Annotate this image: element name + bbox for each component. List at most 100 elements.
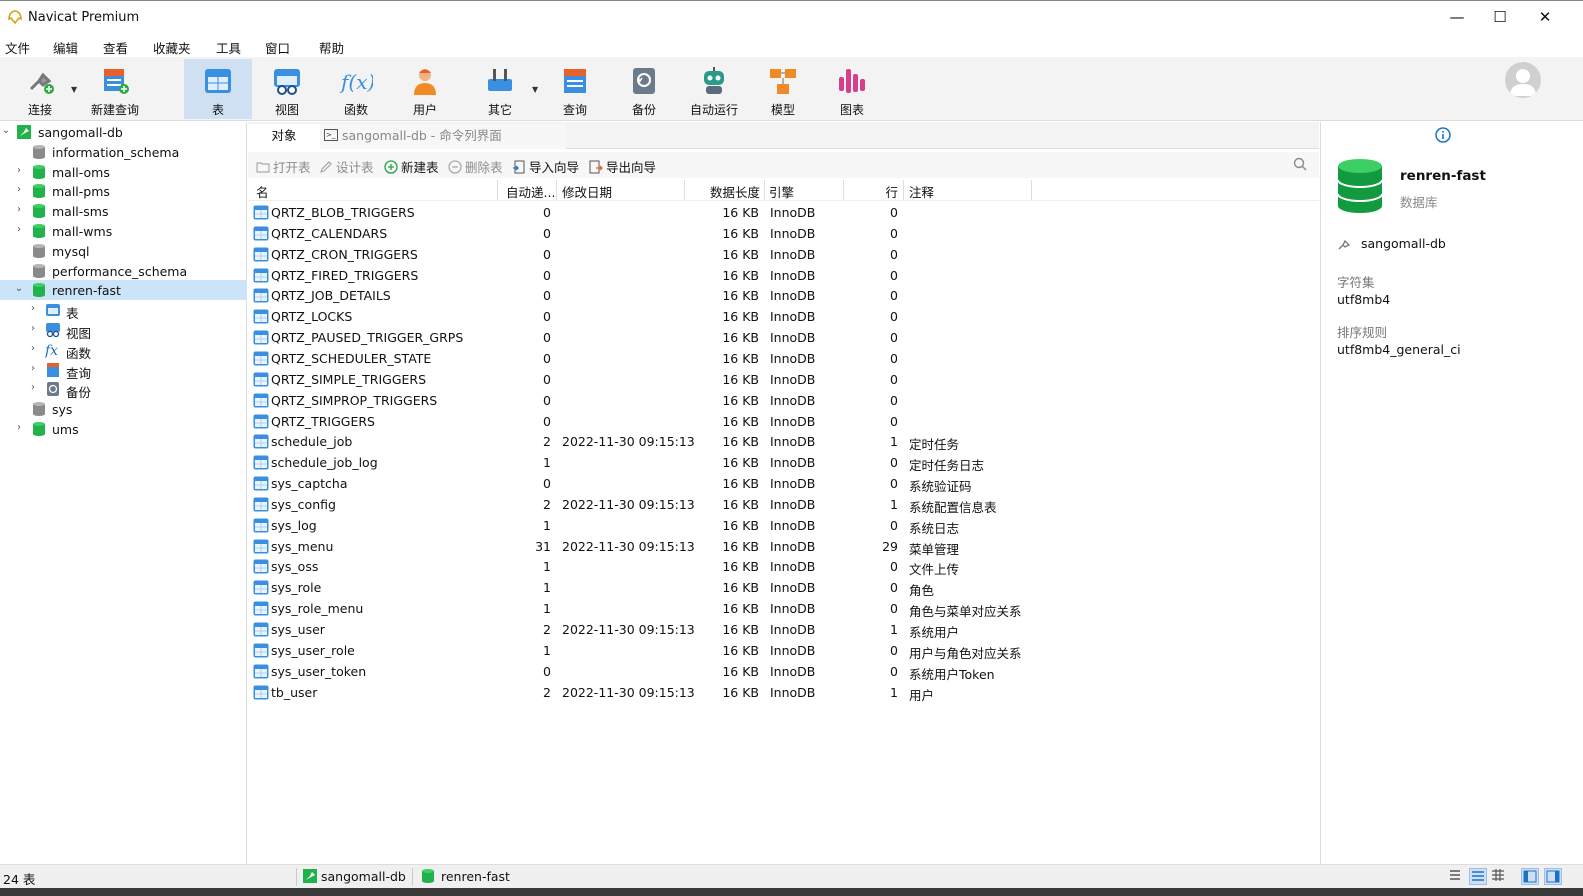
- toolbar-function-button[interactable]: f(x) 函数: [322, 59, 390, 119]
- table-row[interactable]: QRTZ_SCHEDULER_STATE 0 16 KB InnoDB 0: [248, 348, 1319, 369]
- toolbar-new-query-button[interactable]: 新建查询: [81, 59, 149, 119]
- table-row[interactable]: schedule_job_log 1 16 KB InnoDB 0 定时任务日志: [248, 452, 1319, 473]
- table-row[interactable]: sys_captcha 0 16 KB InnoDB 0 系统验证码: [248, 473, 1319, 494]
- table-row[interactable]: QRTZ_CRON_TRIGGERS 0 16 KB InnoDB 0: [248, 244, 1319, 265]
- expand-caret-icon[interactable]: ›: [27, 323, 39, 334]
- column-header-rows[interactable]: 行: [848, 182, 898, 201]
- detail-view-icon[interactable]: [1469, 868, 1487, 885]
- column-header-modified-date[interactable]: 修改日期: [562, 182, 682, 201]
- avatar[interactable]: [1505, 62, 1541, 98]
- expand-caret-icon[interactable]: ›: [13, 165, 25, 176]
- toolbar-view-button[interactable]: 视图: [253, 59, 321, 119]
- expand-caret-icon[interactable]: ›: [27, 343, 39, 354]
- column-header-engine[interactable]: 引擎: [769, 182, 839, 201]
- table-row[interactable]: QRTZ_TRIGGERS 0 16 KB InnoDB 0: [248, 411, 1319, 432]
- expand-caret-icon[interactable]: ›: [27, 363, 39, 374]
- table-row[interactable]: sys_role_menu 1 16 KB InnoDB 0 角色与菜单对应关系: [248, 598, 1319, 619]
- table-row-count: 0: [890, 455, 898, 470]
- column-header-name[interactable]: 名: [256, 182, 491, 201]
- table-row[interactable]: sys_config 2 2022-11-30 09:15:13 16 KB I…: [248, 494, 1319, 515]
- tree-child-view[interactable]: › 视图: [0, 320, 247, 341]
- tree-connection-sangomall-db[interactable]: ⌄ sangomall-db: [0, 122, 247, 142]
- toolbar-table-button[interactable]: 表: [184, 59, 252, 119]
- tree-database-ums[interactable]: › ums: [0, 419, 247, 439]
- toolbar-others-button[interactable]: 其它: [466, 59, 534, 119]
- expand-caret-icon[interactable]: ›: [13, 422, 25, 433]
- toggle-sidebar-icon[interactable]: [1521, 868, 1539, 885]
- collapse-caret-icon[interactable]: ⌄: [0, 125, 12, 136]
- tree-child-backup[interactable]: › 备份: [0, 379, 247, 400]
- tree-database-mall-pms[interactable]: › mall-pms: [0, 181, 247, 201]
- menu-view[interactable]: 查看: [103, 38, 128, 57]
- table-row[interactable]: QRTZ_FIRED_TRIGGERS 0 16 KB InnoDB 0: [248, 265, 1319, 286]
- toolbar-model-button[interactable]: 模型: [749, 59, 817, 119]
- table-row[interactable]: QRTZ_SIMPLE_TRIGGERS 0 16 KB InnoDB 0: [248, 369, 1319, 390]
- others-dropdown-icon[interactable]: ▼: [532, 85, 538, 94]
- toolbar-user-button[interactable]: 用户: [391, 59, 459, 119]
- info-icon[interactable]: [1435, 127, 1451, 143]
- table-row[interactable]: QRTZ_BLOB_TRIGGERS 0 16 KB InnoDB 0: [248, 202, 1319, 223]
- tree-database-mall-wms[interactable]: › mall-wms: [0, 221, 247, 241]
- open-table-button[interactable]: 打开表: [256, 157, 311, 176]
- table-row[interactable]: QRTZ_CALENDARS 0 16 KB InnoDB 0: [248, 223, 1319, 244]
- expand-caret-icon[interactable]: ›: [13, 224, 25, 235]
- grid-view-icon[interactable]: [1490, 868, 1508, 885]
- tree-database-mysql[interactable]: mysql: [0, 241, 247, 261]
- tree-database-performance_schema[interactable]: performance_schema: [0, 261, 247, 281]
- table-row[interactable]: sys_user 2 2022-11-30 09:15:13 16 KB Inn…: [248, 619, 1319, 640]
- table-row[interactable]: sys_role 1 16 KB InnoDB 0 角色: [248, 577, 1319, 598]
- menu-edit[interactable]: 编辑: [53, 38, 78, 57]
- tree-database-sys[interactable]: sys: [0, 399, 247, 419]
- toggle-info-panel-icon[interactable]: [1544, 868, 1562, 885]
- maximize-button[interactable]: ☐: [1480, 5, 1520, 29]
- table-row[interactable]: QRTZ_PAUSED_TRIGGER_GRPS 0 16 KB InnoDB …: [248, 327, 1319, 348]
- menu-tools[interactable]: 工具: [216, 38, 241, 57]
- table-row[interactable]: sys_oss 1 16 KB InnoDB 0 文件上传: [248, 556, 1319, 577]
- table-row[interactable]: sys_menu 31 2022-11-30 09:15:13 16 KB In…: [248, 536, 1319, 557]
- table-row[interactable]: sys_user_token 0 16 KB InnoDB 0 系统用户Toke…: [248, 661, 1319, 682]
- tree-child-query[interactable]: › 查询: [0, 360, 247, 381]
- expand-caret-icon[interactable]: ›: [27, 382, 39, 393]
- tree-database-mall-oms[interactable]: › mall-oms: [0, 162, 247, 182]
- tab-command-line[interactable]: >_ sangomall-db - 命令列界面: [320, 124, 566, 149]
- table-row[interactable]: tb_user 2 2022-11-30 09:15:13 16 KB Inno…: [248, 682, 1319, 703]
- toolbar-connect-button[interactable]: 连接: [6, 59, 74, 119]
- tab-objects[interactable]: 对象: [248, 124, 320, 149]
- toolbar-automation-button[interactable]: 自动运行: [679, 59, 749, 119]
- column-header-comment[interactable]: 注释: [909, 182, 1019, 201]
- new-table-button[interactable]: 新建表: [384, 157, 439, 176]
- expand-caret-icon[interactable]: ›: [13, 184, 25, 195]
- menu-file[interactable]: 文件: [5, 38, 30, 57]
- import-wizard-button[interactable]: 导入向导: [512, 157, 579, 176]
- toolbar-backup-button[interactable]: 备份: [610, 59, 678, 119]
- collapse-caret-icon[interactable]: ⌄: [13, 283, 25, 294]
- tree-database-mall-sms[interactable]: › mall-sms: [0, 201, 247, 221]
- expand-caret-icon[interactable]: ›: [13, 204, 25, 215]
- toolbar-query-button[interactable]: 查询: [541, 59, 609, 119]
- connect-dropdown-icon[interactable]: ▼: [71, 85, 77, 94]
- tree-child-function[interactable]: › fx 函数: [0, 340, 247, 361]
- close-button[interactable]: ✕: [1525, 5, 1565, 29]
- search-icon[interactable]: [1293, 157, 1307, 171]
- delete-table-button[interactable]: 删除表: [448, 157, 503, 176]
- tree-database-information_schema[interactable]: information_schema: [0, 142, 247, 162]
- tree-database-renren-fast[interactable]: ⌄ renren-fast: [0, 280, 247, 300]
- menu-help[interactable]: 帮助: [319, 38, 344, 57]
- design-table-button[interactable]: 设计表: [319, 157, 374, 176]
- menu-window[interactable]: 窗口: [265, 38, 290, 57]
- toolbar-chart-button[interactable]: 图表: [818, 59, 886, 119]
- table-row[interactable]: QRTZ_SIMPROP_TRIGGERS 0 16 KB InnoDB 0: [248, 390, 1319, 411]
- table-row[interactable]: QRTZ_LOCKS 0 16 KB InnoDB 0: [248, 306, 1319, 327]
- table-row[interactable]: sys_log 1 16 KB InnoDB 0 系统日志: [248, 515, 1319, 536]
- list-view-icon[interactable]: [1447, 868, 1465, 885]
- table-row[interactable]: sys_user_role 1 16 KB InnoDB 0 用户与角色对应关系: [248, 640, 1319, 661]
- table-row[interactable]: QRTZ_JOB_DETAILS 0 16 KB InnoDB 0: [248, 285, 1319, 306]
- column-header-data-length[interactable]: 数据长度: [688, 182, 760, 201]
- minimize-button[interactable]: —: [1437, 5, 1477, 29]
- tree-child-table[interactable]: › 表: [0, 300, 247, 321]
- expand-caret-icon[interactable]: ›: [27, 303, 39, 314]
- export-wizard-button[interactable]: 导出向导: [589, 157, 656, 176]
- column-header-auto-increment[interactable]: 自动递...: [506, 182, 556, 201]
- menu-favorites[interactable]: 收藏夹: [153, 38, 191, 57]
- table-row[interactable]: schedule_job 2 2022-11-30 09:15:13 16 KB…: [248, 431, 1319, 452]
